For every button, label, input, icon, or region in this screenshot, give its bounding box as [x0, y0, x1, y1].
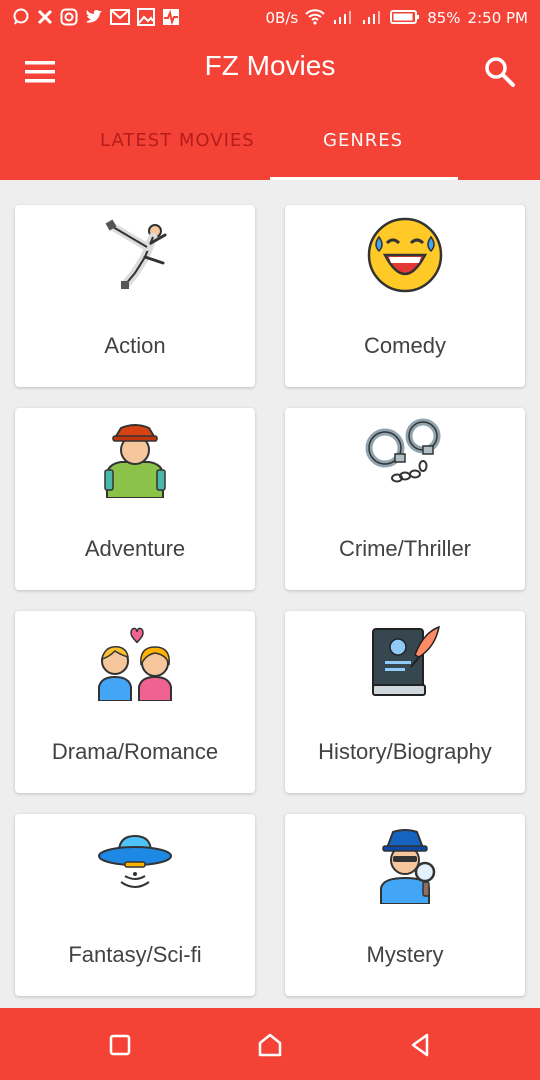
recents-square-icon[interactable]	[105, 1030, 135, 1060]
genre-card-comedy[interactable]: Comedy	[285, 205, 525, 387]
gallery-icon	[137, 7, 155, 29]
detective-icon	[365, 824, 445, 905]
system-nav-bar	[0, 1008, 540, 1080]
genre-label: Action	[104, 333, 166, 358]
martial-arts-icon	[95, 215, 175, 295]
gmail-icon	[110, 8, 130, 28]
signal-icon	[332, 10, 354, 27]
instagram-icon	[60, 8, 78, 29]
tab-latest-movies[interactable]: LATEST MOVIES	[100, 130, 255, 151]
pulse-icon	[162, 8, 180, 29]
book-quill-icon	[365, 621, 445, 701]
tab-genres[interactable]: GENRES	[323, 130, 403, 151]
genre-label: Crime/Thriller	[339, 536, 471, 561]
genre-label: Fantasy/Sci-fi	[68, 942, 202, 967]
genre-grid: Action Comedy Adventure Crime/Thriller D…	[0, 180, 540, 1008]
battery-icon	[390, 9, 420, 28]
search-icon[interactable]	[482, 54, 518, 90]
laughing-face-icon	[365, 215, 445, 295]
genre-label: Adventure	[84, 536, 186, 561]
genre-card-crime-thriller[interactable]: Crime/Thriller	[285, 408, 525, 590]
genre-label: History/Biography	[318, 739, 492, 764]
genre-label: Mystery	[366, 942, 444, 967]
genre-card-action[interactable]: Action	[15, 205, 255, 387]
genre-card-mystery[interactable]: Mystery	[285, 814, 525, 996]
genre-card-history-biography[interactable]: History/Biography	[285, 611, 525, 793]
genre-card-fantasy-scifi[interactable]: Fantasy/Sci-fi	[15, 814, 255, 996]
ufo-icon	[95, 824, 175, 904]
app-bar: FZ Movies	[0, 36, 540, 104]
genre-card-adventure[interactable]: Adventure	[15, 408, 255, 590]
genre-card-drama-romance[interactable]: Drama/Romance	[15, 611, 255, 793]
app-title: FZ Movies	[204, 50, 336, 81]
notification-icons	[12, 7, 180, 29]
couple-icon	[95, 621, 175, 702]
chat-icon	[12, 8, 30, 29]
clock: 2:50 PM	[467, 9, 528, 27]
genre-label: Comedy	[364, 333, 446, 358]
handcuffs-icon	[365, 418, 445, 498]
system-indicators: 0B/s 85% 2:50 PM	[265, 8, 528, 28]
home-icon[interactable]	[255, 1030, 285, 1060]
tab-bar: LATEST MOVIES GENRES	[0, 104, 540, 180]
genre-label: Drama/Romance	[51, 739, 219, 764]
x-icon	[37, 9, 53, 28]
explorer-icon	[95, 418, 175, 499]
twitter-icon	[85, 9, 103, 28]
battery-percent: 85%	[427, 9, 461, 27]
signal-icon-2	[361, 10, 383, 27]
network-speed: 0B/s	[265, 9, 299, 27]
back-triangle-icon[interactable]	[405, 1030, 435, 1060]
wifi-icon	[305, 8, 325, 28]
status-bar: 0B/s 85% 2:50 PM	[0, 0, 540, 36]
